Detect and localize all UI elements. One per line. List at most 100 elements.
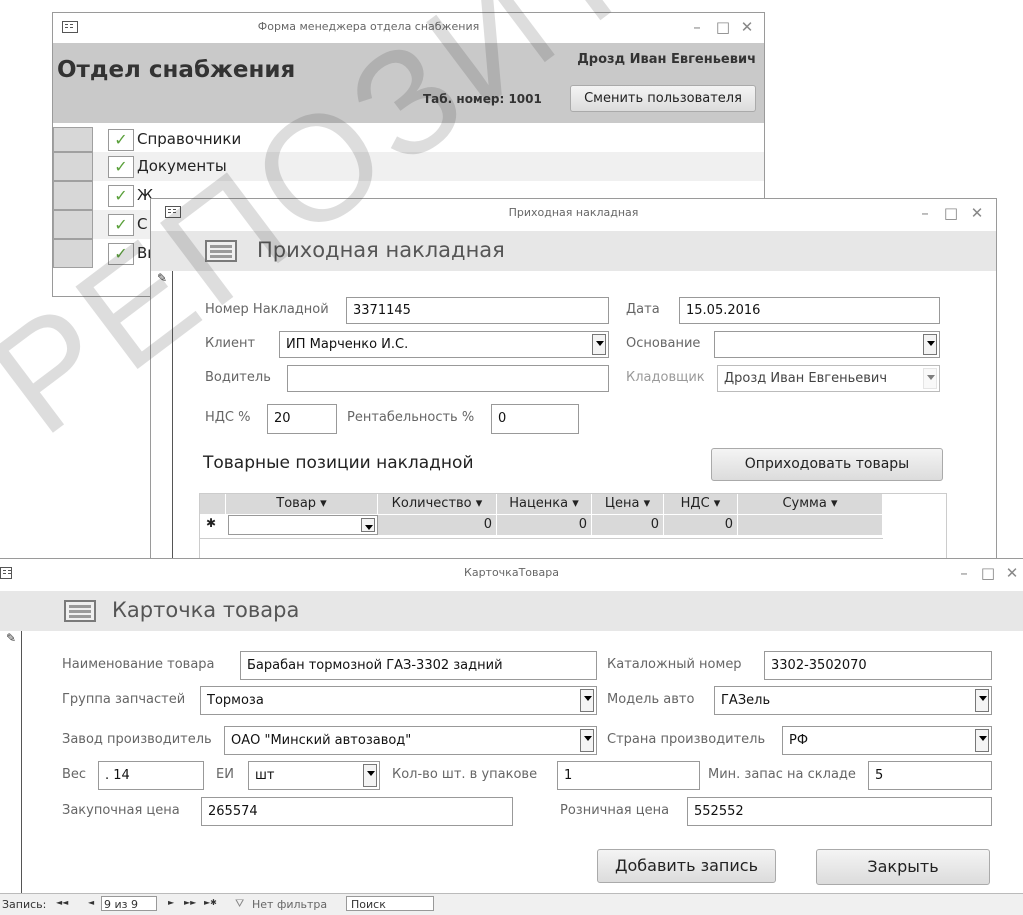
group-combo[interactable]: Тормоза	[200, 686, 597, 715]
menu-row: ✓ Документы	[53, 152, 764, 181]
menu-item-documents[interactable]: Документы	[137, 157, 227, 175]
card-header-title: Карточка товара	[112, 598, 300, 622]
weight-label: Вес	[62, 767, 87, 782]
purchase-field[interactable]: 265574	[201, 797, 513, 826]
dropdown-arrow-icon[interactable]	[923, 334, 937, 355]
basis-combo[interactable]	[714, 331, 940, 358]
retail-label: Розничная цена	[560, 803, 670, 818]
main-titlebar: Форма менеджера отдела снабжения – □ ✕	[53, 13, 764, 41]
next-record-button[interactable]: ►	[168, 898, 174, 907]
name-field[interactable]: Барабан тормозной ГАЗ-3302 задний	[240, 651, 597, 680]
close-button[interactable]: ✕	[734, 13, 760, 41]
menu-item-statistics[interactable]: С	[137, 215, 147, 233]
close-button[interactable]: ✕	[964, 199, 990, 227]
grid-divider	[200, 538, 883, 539]
dropdown-arrow-icon[interactable]	[975, 689, 989, 712]
dropdown-arrow-icon[interactable]	[975, 729, 989, 752]
col-header-markup[interactable]: Наценка ▾	[497, 494, 592, 514]
unit-value: шт	[255, 768, 275, 783]
date-field[interactable]: 15.05.2016	[679, 297, 940, 324]
row-selector[interactable]	[53, 181, 93, 210]
driver-field[interactable]	[287, 365, 609, 392]
maximize-button[interactable]: □	[975, 559, 1001, 587]
menu-row: ✓ Справочники	[53, 127, 764, 152]
number-field[interactable]: 3371145	[346, 297, 609, 324]
receive-goods-button[interactable]: Оприходовать товары	[711, 448, 943, 481]
col-header-goods[interactable]: Товар ▾	[226, 494, 378, 514]
weight-field[interactable]: . 14	[98, 761, 204, 790]
dropdown-arrow-icon	[923, 368, 937, 389]
row-selector[interactable]	[53, 127, 93, 152]
check-icon: ✓	[108, 156, 134, 178]
col-header-quantity[interactable]: Количество ▾	[378, 494, 497, 514]
retail-field[interactable]: 552552	[687, 797, 992, 826]
min-stock-field[interactable]: 5	[868, 761, 992, 790]
filter-status[interactable]: Нет фильтра	[252, 898, 327, 911]
minimize-button[interactable]: –	[912, 199, 938, 227]
model-value: ГАЗель	[721, 693, 771, 708]
prev-record-button[interactable]: ◄	[88, 898, 94, 907]
invoice-window: Приходная накладная – □ ✕ Приходная накл…	[150, 198, 997, 579]
goods-combo[interactable]	[228, 515, 378, 535]
client-value: ИП Марченко И.С.	[286, 337, 409, 352]
pack-label: Кол-во шт. в упакове	[392, 767, 538, 782]
row-selector[interactable]	[53, 210, 93, 239]
dropdown-arrow-icon[interactable]	[592, 334, 606, 355]
maker-combo[interactable]: ОАО "Минский автозавод"	[224, 726, 597, 755]
change-user-button[interactable]: Сменить пользователя	[570, 85, 756, 112]
form-icon	[64, 600, 96, 622]
storekeeper-combo: Дрозд Иван Евгеньевич	[717, 365, 940, 392]
menu-item-directories[interactable]: Справочники	[137, 130, 241, 148]
cell-sum[interactable]	[738, 515, 883, 535]
maker-value: ОАО "Минский автозавод"	[231, 733, 412, 748]
purchase-label: Закупочная цена	[62, 803, 180, 818]
model-combo[interactable]: ГАЗель	[714, 686, 992, 715]
close-button[interactable]: ✕	[999, 559, 1023, 587]
record-position-field[interactable]: 9 из 9	[101, 896, 157, 911]
min-stock-label: Мин. запас на складе	[708, 767, 856, 782]
dropdown-arrow-icon[interactable]	[363, 764, 377, 787]
add-record-button[interactable]: Добавить запись	[597, 849, 776, 883]
cell-quantity[interactable]: 0	[378, 515, 497, 535]
vat-field[interactable]: 20	[267, 404, 337, 434]
new-record-button[interactable]: ►✱	[204, 898, 217, 907]
invoice-titlebar: Приходная накладная – □ ✕	[151, 199, 996, 227]
pack-field[interactable]: 1	[557, 761, 700, 790]
country-label: Страна производитель	[607, 732, 766, 747]
check-icon: ✓	[108, 243, 134, 265]
row-selector[interactable]	[53, 239, 93, 268]
minimize-button[interactable]: –	[951, 559, 977, 587]
search-field[interactable]: Поиск	[346, 896, 434, 911]
model-label: Модель авто	[607, 692, 695, 707]
cell-price[interactable]: 0	[592, 515, 664, 535]
check-icon: ✓	[108, 214, 134, 236]
profit-field[interactable]: 0	[491, 404, 579, 434]
unit-combo[interactable]: шт	[248, 761, 380, 790]
cell-vat[interactable]: 0	[664, 515, 738, 535]
col-header-sum[interactable]: Сумма ▾	[738, 494, 883, 514]
country-combo[interactable]: РФ	[782, 726, 992, 755]
grid-corner[interactable]	[200, 494, 226, 514]
record-selector-strip	[0, 631, 22, 893]
main-header: Отдел снабжения Дрозд Иван Евгеньевич Та…	[53, 43, 764, 123]
maximize-button[interactable]: □	[938, 199, 964, 227]
catalog-field[interactable]: 3302-3502070	[764, 651, 992, 680]
client-combo[interactable]: ИП Марченко И.С.	[279, 331, 609, 358]
col-header-price[interactable]: Цена ▾	[592, 494, 664, 514]
record-label: Запись:	[2, 898, 47, 911]
first-record-button[interactable]: ◄◄	[56, 898, 68, 907]
maximize-button[interactable]: □	[710, 13, 736, 41]
last-record-button[interactable]: ►►	[184, 898, 196, 907]
invoice-header-title: Приходная накладная	[257, 238, 505, 262]
main-title: Форма менеджера отдела снабжения	[257, 20, 480, 33]
dropdown-arrow-icon[interactable]	[580, 729, 594, 752]
tab-number: Таб. номер: 1001	[423, 92, 542, 106]
row-selector[interactable]	[53, 152, 93, 181]
new-row-marker: ✱	[206, 516, 217, 530]
minimize-button[interactable]: –	[684, 13, 710, 41]
cell-markup[interactable]: 0	[497, 515, 592, 535]
col-header-vat[interactable]: НДС ▾	[664, 494, 738, 514]
close-form-button[interactable]: Закрыть	[816, 849, 990, 885]
dropdown-arrow-icon[interactable]	[361, 518, 375, 532]
dropdown-arrow-icon[interactable]	[580, 689, 594, 712]
